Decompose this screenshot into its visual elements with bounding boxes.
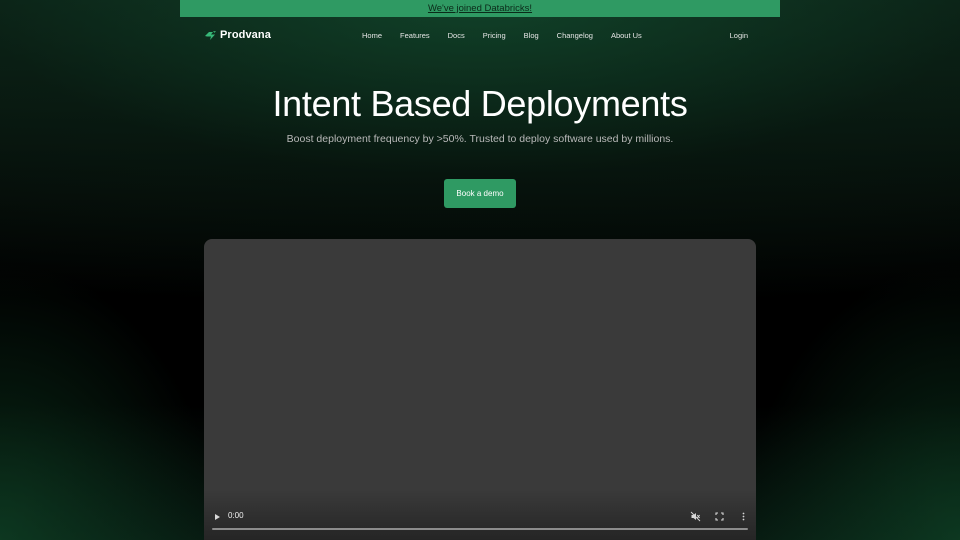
- hero-title: Intent Based Deployments: [272, 83, 688, 124]
- nav-link-about-us[interactable]: About Us: [611, 31, 642, 40]
- nav-link-changelog[interactable]: Changelog: [557, 31, 593, 40]
- login-link[interactable]: Login: [730, 26, 748, 44]
- nav-link-pricing[interactable]: Pricing: [483, 31, 506, 40]
- video-current-time: 0:00: [228, 511, 244, 520]
- book-demo-button[interactable]: Book a demo: [444, 179, 516, 208]
- video-controls: 0:00: [204, 508, 756, 526]
- video-progress-bar[interactable]: [212, 528, 748, 530]
- nav-links: Home Features Docs Pricing Blog Changelo…: [362, 26, 660, 44]
- nav-link-features[interactable]: Features: [400, 31, 430, 40]
- top-navigation: Prodvana Home Features Docs Pricing Blog…: [204, 26, 756, 44]
- muted-volume-icon[interactable]: [690, 511, 701, 522]
- logo[interactable]: Prodvana: [204, 29, 271, 41]
- video-player[interactable]: 0:00: [204, 239, 756, 540]
- announcement-bar: We've joined Databricks!: [180, 0, 780, 17]
- play-icon[interactable]: [212, 512, 222, 522]
- more-options-icon[interactable]: [738, 511, 749, 522]
- nav-link-blog[interactable]: Blog: [524, 31, 539, 40]
- nav-link-docs[interactable]: Docs: [448, 31, 465, 40]
- announcement-link[interactable]: We've joined Databricks!: [428, 3, 532, 14]
- prodvana-logo-icon: [205, 30, 216, 40]
- fullscreen-icon[interactable]: [714, 511, 725, 522]
- background-glow-left: [0, 260, 220, 540]
- nav-link-home[interactable]: Home: [362, 31, 382, 40]
- hero-subtitle: Boost deployment frequency by >50%. Trus…: [286, 133, 674, 145]
- logo-text: Prodvana: [220, 29, 271, 41]
- background-glow-right: [740, 260, 960, 540]
